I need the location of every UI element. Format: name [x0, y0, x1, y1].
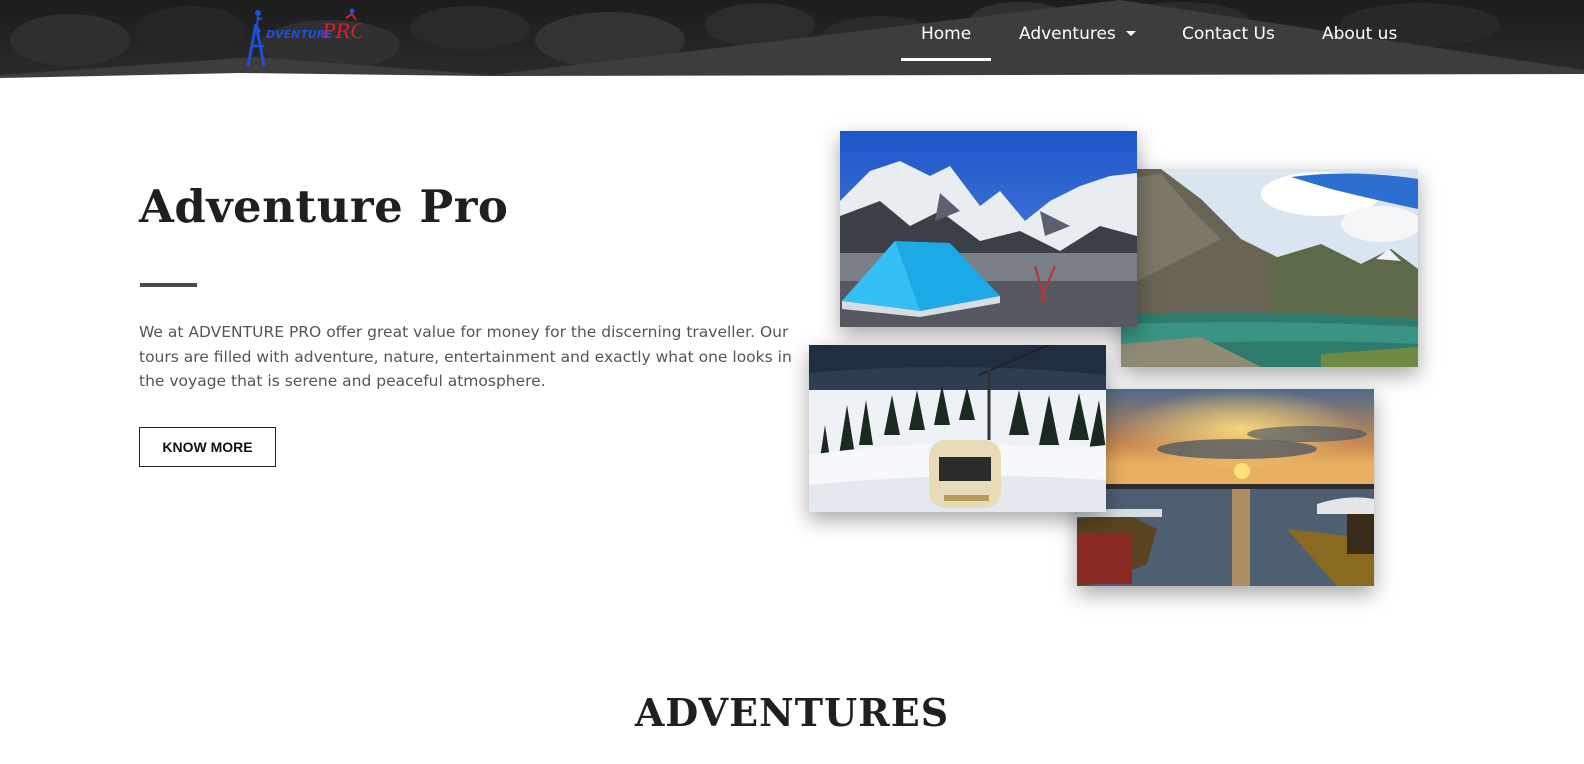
title-divider — [140, 283, 197, 287]
photo-tent-mountains[interactable] — [840, 131, 1137, 327]
know-more-button[interactable]: KNOW MORE — [139, 427, 276, 467]
nav-contact-label: Contact Us — [1182, 24, 1275, 44]
photo-gondola-snow[interactable] — [809, 345, 1106, 512]
nav-about-us[interactable]: About us — [1322, 24, 1397, 52]
tent-mountains-image — [840, 131, 1137, 327]
lake-sunset-image — [1077, 389, 1374, 586]
adventures-heading: ADVENTURES — [634, 690, 950, 735]
photo-mountain-lake[interactable] — [1121, 169, 1418, 367]
photo-lake-sunset[interactable] — [1077, 389, 1374, 586]
gondola-snow-image — [809, 345, 1106, 512]
nav-home[interactable]: Home — [900, 24, 992, 61]
nav-home-label: Home — [921, 24, 972, 44]
hero-title: Adventure Pro — [139, 180, 509, 233]
chevron-down-icon — [1125, 31, 1136, 36]
nav-adventures-label: Adventures — [1019, 24, 1116, 44]
nav-adventures[interactable]: Adventures — [1019, 24, 1136, 52]
logo-text-pro: PRO — [321, 19, 362, 43]
logo-graphic: DVENTURE PRO — [246, 8, 362, 67]
site-header: DVENTURE PRO Home Adventures Contact Us … — [0, 0, 1584, 80]
hero-description: We at ADVENTURE PRO offer great value fo… — [139, 323, 792, 390]
logo[interactable]: DVENTURE PRO — [242, 2, 362, 70]
nav-contact-us[interactable]: Contact Us — [1182, 24, 1275, 52]
mountain-lake-image — [1121, 169, 1418, 367]
nav-about-label: About us — [1322, 24, 1398, 44]
